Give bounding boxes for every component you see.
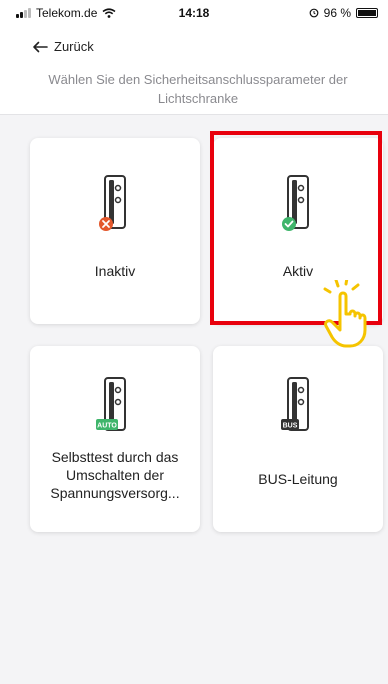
- light-barrier-auto-icon: AUTO: [30, 374, 200, 434]
- bus-badge: BUS: [283, 423, 298, 430]
- page-subtitle: Wählen Sie den Sicherheitsanschlussparam…: [48, 72, 348, 106]
- back-button[interactable]: Zurück: [32, 39, 94, 54]
- option-card-inactive[interactable]: Inaktiv: [30, 138, 200, 324]
- arrow-left-icon: [33, 41, 48, 52]
- light-barrier-bus-icon: BUS: [213, 374, 383, 434]
- header: Zurück Wählen Sie den Sicherheitsanschlu…: [0, 26, 388, 115]
- status-bar: Telekom.de 14:18 96 %: [0, 0, 388, 26]
- option-label-active: Aktiv: [282, 263, 314, 279]
- alarm-icon: [309, 8, 319, 18]
- back-label: Zurück: [54, 39, 94, 54]
- tap-hand-icon: [320, 276, 376, 355]
- option-label-auto-line2: Umschalten der: [65, 467, 165, 483]
- option-label-inactive: Inaktiv: [94, 263, 136, 279]
- option-label-bus: BUS-Leitung: [258, 471, 338, 487]
- light-barrier-active-icon: [213, 172, 383, 232]
- option-card-auto[interactable]: AUTO Selbsttest durch das Umschalten der…: [30, 346, 200, 532]
- auto-badge: AUTO: [97, 423, 117, 430]
- option-card-bus[interactable]: BUS BUS-Leitung: [213, 346, 383, 532]
- option-label-auto-line3: Spannungsversorg...: [50, 485, 180, 501]
- status-right: 96 %: [309, 6, 378, 20]
- option-label-auto: Selbsttest durch das Umschalten der Span…: [38, 448, 192, 502]
- battery-icon: [356, 8, 378, 18]
- option-label-auto-line1: Selbsttest durch das: [51, 449, 179, 465]
- light-barrier-inactive-icon: [30, 172, 200, 232]
- battery-percent: 96 %: [323, 6, 351, 20]
